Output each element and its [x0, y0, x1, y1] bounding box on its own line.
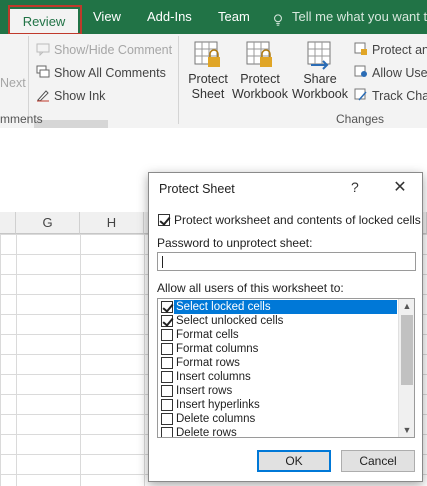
list-scrollbar[interactable]: ▲ ▼ — [398, 299, 414, 437]
list-item-checkbox[interactable] — [161, 343, 173, 355]
protect-sheet-label-2: Sheet — [191, 87, 225, 101]
list-item-select-locked-cells[interactable]: Select locked cells — [158, 300, 397, 314]
list-item-label: Select locked cells — [174, 300, 397, 314]
protect-worksheet-checkbox[interactable] — [158, 214, 170, 226]
allow-users-button[interactable]: Allow User — [354, 65, 427, 80]
password-input[interactable] — [157, 252, 416, 271]
show-all-comments-button[interactable]: Show All Comments — [36, 65, 166, 80]
list-item-insert-hyperlinks[interactable]: Insert hyperlinks — [158, 398, 397, 412]
tab-review-highlight — [8, 5, 82, 35]
ribbon-review: Next Show/Hide Comment Show All Comments… — [0, 34, 427, 140]
password-label: Password to unprotect sheet: — [157, 236, 313, 250]
text-caret — [162, 256, 163, 268]
list-item-label: Delete columns — [176, 413, 256, 425]
share-workbook-label-2: Workbook — [291, 87, 349, 101]
changes-group-label: Changes — [336, 112, 385, 126]
protect-worksheet-label: Protect worksheet and contents of locked… — [174, 213, 421, 227]
cancel-button[interactable]: Cancel — [341, 450, 415, 472]
protect-share-icon — [354, 42, 367, 55]
list-item-select-unlocked-cells[interactable]: Select unlocked cells — [158, 314, 397, 328]
list-item-insert-rows[interactable]: Insert rows — [158, 384, 397, 398]
comments-icon — [36, 65, 50, 78]
list-item-checkbox[interactable] — [161, 427, 173, 437]
list-item-checkbox[interactable] — [161, 357, 173, 369]
scrollbar-thumb[interactable] — [401, 315, 413, 385]
share-workbook-icon — [307, 41, 331, 70]
list-item-label: Delete rows — [176, 427, 237, 438]
comments-group-label: mments — [0, 112, 43, 126]
share-workbook-button[interactable]: Share Workbook — [291, 40, 349, 102]
list-item-label: Format columns — [176, 343, 259, 355]
grid-line — [16, 234, 17, 486]
show-ink-button[interactable]: Show Ink — [36, 88, 105, 103]
help-icon[interactable]: ? — [351, 179, 359, 195]
show-hide-comment-label: Show/Hide Comment — [54, 43, 173, 57]
list-item-delete-columns[interactable]: Delete columns — [158, 412, 397, 426]
protect-and-share-label: Protect an — [372, 43, 427, 57]
dialog-title: Protect Sheet — [159, 182, 235, 196]
list-item-label: Insert hyperlinks — [176, 399, 260, 411]
list-item-checkbox[interactable] — [161, 413, 173, 425]
next-comment-button[interactable]: Next — [0, 76, 26, 90]
scroll-down-icon[interactable]: ▼ — [399, 423, 414, 437]
list-item-checkbox[interactable] — [161, 329, 173, 341]
ok-button[interactable]: OK — [257, 450, 331, 472]
list-item-checkbox[interactable] — [161, 371, 173, 383]
column-header-g[interactable]: G — [16, 212, 80, 234]
ink-pen-icon — [37, 90, 49, 102]
list-item-label: Format cells — [176, 329, 239, 341]
list-item-insert-columns[interactable]: Insert columns — [158, 370, 397, 384]
allow-users-label: Allow all users of this worksheet to: — [157, 281, 344, 295]
protect-sheet-icon — [194, 41, 220, 67]
ribbon-separator — [28, 36, 29, 124]
tab-view[interactable]: View — [93, 9, 121, 24]
list-item-checkbox[interactable] — [161, 399, 173, 411]
ribbon-tab-bar: Review View Add-Ins Team Tell me what yo… — [0, 0, 427, 35]
protect-workbook-button[interactable]: Protect Workbook — [231, 40, 289, 102]
permissions-list[interactable]: Select locked cells Select unlocked cell… — [157, 298, 415, 438]
grid-line — [80, 234, 81, 486]
list-item-checkbox[interactable] — [161, 385, 173, 397]
lightbulb-icon — [274, 14, 282, 26]
protect-sheet-button[interactable]: Protect Sheet — [186, 40, 230, 102]
ribbon-separator — [178, 36, 179, 124]
close-icon[interactable]: ✕ — [389, 177, 411, 199]
protect-workbook-label-2: Workbook — [231, 87, 289, 101]
track-changes-icon — [354, 88, 367, 101]
list-item-checkbox[interactable] — [161, 315, 173, 327]
protect-sheet-dialog: Protect Sheet ? ✕ Protect worksheet and … — [148, 172, 423, 482]
column-header-partial[interactable] — [0, 212, 16, 234]
scroll-up-icon[interactable]: ▲ — [399, 299, 414, 313]
protect-workbook-label-1: Protect — [240, 72, 280, 86]
column-header-h[interactable]: H — [80, 212, 144, 234]
share-workbook-label-1: Share — [303, 72, 337, 86]
tell-me-search[interactable]: Tell me what you want to — [292, 9, 427, 24]
list-item-format-rows[interactable]: Format rows — [158, 356, 397, 370]
protect-sheet-label-1: Protect — [188, 72, 228, 86]
list-item-format-cells[interactable]: Format cells — [158, 328, 397, 342]
list-item-delete-rows[interactable]: Delete rows — [158, 426, 397, 438]
track-changes-label: Track Chan — [372, 89, 427, 103]
list-item-label: Select unlocked cells — [176, 315, 284, 327]
list-item-label: Insert rows — [176, 385, 233, 397]
tab-add-ins[interactable]: Add-Ins — [147, 9, 192, 24]
allow-users-label: Allow User — [372, 66, 427, 80]
grid-line — [144, 234, 145, 486]
list-item-format-columns[interactable]: Format columns — [158, 342, 397, 356]
show-ink-label: Show Ink — [54, 89, 106, 103]
protect-workbook-icon — [246, 41, 272, 67]
list-item-label: Insert columns — [176, 371, 251, 383]
list-item-label: Format rows — [176, 357, 240, 369]
tab-team[interactable]: Team — [218, 9, 250, 24]
track-changes-button[interactable]: Track Chan — [354, 88, 427, 103]
show-all-comments-label: Show All Comments — [54, 66, 166, 80]
show-hide-comment-button[interactable]: Show/Hide Comment — [36, 42, 172, 57]
comment-icon — [36, 43, 50, 56]
list-item-checkbox[interactable] — [161, 301, 173, 313]
protect-and-share-button[interactable]: Protect an — [354, 42, 427, 57]
allow-users-icon — [354, 65, 367, 77]
